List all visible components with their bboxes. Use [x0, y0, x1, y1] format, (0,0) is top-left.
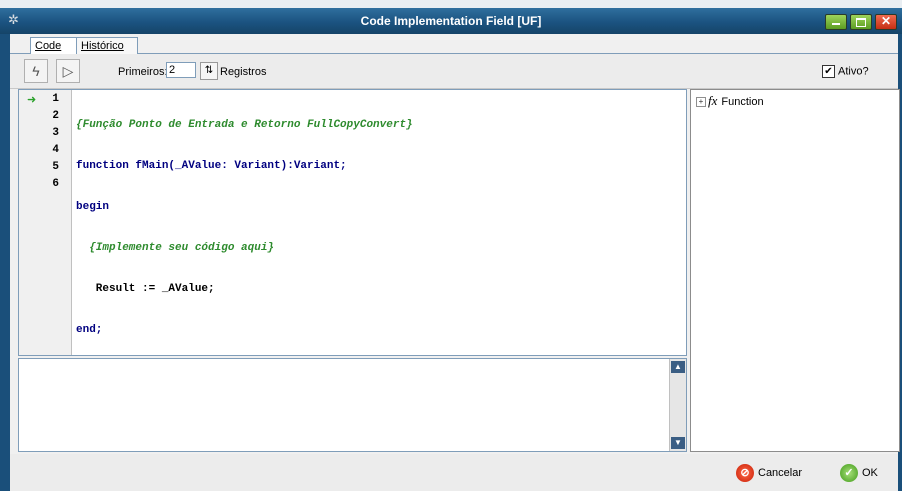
current-line-arrow-icon: ➜	[27, 94, 37, 106]
cancel-label: Cancelar	[758, 467, 803, 479]
scroll-down-icon[interactable]: ▼	[671, 437, 685, 449]
close-button[interactable]: ✕	[875, 14, 897, 30]
footer-bar: ⊘ Cancelar ✓ OK	[10, 454, 898, 491]
tab-code[interactable]: Code	[30, 37, 80, 54]
tab-historico-label: Histórico	[81, 40, 124, 52]
scroll-up-icon[interactable]: ▲	[671, 361, 685, 373]
check-icon: ✓	[840, 464, 858, 483]
play-button[interactable]: ▷	[56, 59, 80, 83]
minimize-button[interactable]	[825, 14, 847, 30]
window-frame-left	[0, 34, 10, 491]
expand-icon[interactable]: +	[696, 97, 706, 108]
cancel-button[interactable]: ⊘ Cancelar	[736, 462, 802, 484]
minimize-icon	[832, 23, 840, 25]
code-line: {Implemente seu código aqui}	[76, 242, 275, 254]
line-number-gutter: ➜ 1 2 3 4 5 6	[19, 90, 72, 355]
registros-label: Registros	[220, 66, 267, 78]
code-lines: {Função Ponto de Entrada e Retorno FullC…	[76, 93, 413, 363]
execute-button[interactable]: ϟ	[24, 59, 48, 83]
line-number: 4	[52, 144, 59, 156]
top-strip	[0, 0, 902, 8]
toolbar: ϟ ▷ Primeiros: ⇅ Registros ✔Ativo?	[10, 54, 898, 89]
window-title: Code Implementation Field [UF]	[360, 14, 542, 28]
tree-item-label: Function	[721, 96, 764, 108]
code-line: begin	[76, 201, 110, 213]
ativo-label: Ativo?	[838, 65, 869, 78]
tree-item-function[interactable]: + fx Function	[696, 93, 764, 109]
checkbox-check-icon: ✔	[822, 65, 835, 78]
title-bar[interactable]: ✲ Code Implementation Field [UF] ✕	[0, 8, 902, 35]
line-number: 6	[52, 178, 59, 190]
tab-code-label: Code	[35, 40, 62, 52]
primeiros-label: Primeiros:	[118, 66, 168, 78]
close-icon: ✕	[880, 14, 892, 28]
lightning-icon: ϟ	[32, 63, 40, 79]
code-line: end;	[76, 324, 103, 336]
maximize-icon	[856, 18, 866, 27]
vertical-scrollbar[interactable]: ▲ ▼	[669, 359, 686, 451]
tab-historico[interactable]: Histórico	[76, 37, 138, 55]
cancel-icon: ⊘	[736, 464, 754, 483]
function-icon: fx	[708, 93, 718, 108]
output-panel[interactable]: ▲ ▼	[18, 358, 687, 452]
code-line: {Função Ponto de Entrada e Retorno FullC…	[76, 119, 413, 131]
code-implementation-window: ✲ Code Implementation Field [UF] ✕ Code …	[0, 0, 902, 491]
line-number: 3	[52, 127, 59, 139]
play-icon: ▷	[62, 63, 74, 79]
code-editor[interactable]: ➜ 1 2 3 4 5 6 {Função Ponto de Entrada e…	[18, 89, 687, 356]
line-number: 5	[52, 161, 59, 173]
sort-icon[interactable]: ⇅	[200, 62, 218, 80]
maximize-button[interactable]	[850, 14, 872, 30]
line-number: 1	[52, 93, 59, 105]
tab-strip: Code Histórico	[10, 34, 898, 55]
line-number: 2	[52, 110, 59, 122]
ok-label: OK	[862, 467, 878, 479]
code-line: Result := _AValue;	[76, 283, 215, 295]
ativo-checkbox[interactable]: ✔ Ativo?	[822, 65, 869, 78]
primeiros-input[interactable]	[166, 62, 196, 78]
code-line: function fMain(_AValue: Variant):Variant…	[76, 160, 347, 172]
window-content: Code Histórico ϟ ▷ Primeiros: ⇅ Registro…	[10, 34, 900, 491]
ok-button[interactable]: ✓ OK	[840, 462, 878, 484]
function-tree[interactable]: + fx Function	[690, 89, 900, 452]
